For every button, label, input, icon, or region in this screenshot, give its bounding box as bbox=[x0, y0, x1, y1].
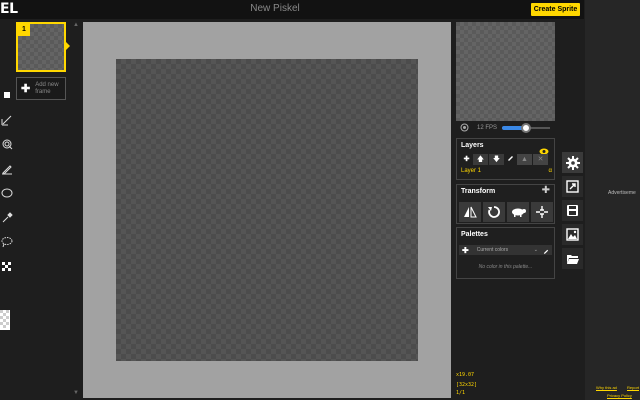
rotate-icon[interactable] bbox=[483, 202, 505, 222]
center-icon[interactable] bbox=[531, 202, 553, 222]
add-frame-button[interactable]: ✚ Add new frame bbox=[16, 77, 66, 100]
palettes-panel: Palettes ✚ Current colors ⌄ No color in … bbox=[456, 227, 555, 279]
tool-palette bbox=[0, 84, 14, 280]
add-layer-icon[interactable]: ✚ bbox=[461, 154, 472, 165]
palette-empty-message: No color in this palette... bbox=[478, 264, 533, 270]
move-layer-down-icon[interactable]: 🡇 bbox=[489, 154, 504, 165]
move-layer-up-icon[interactable]: 🡅 bbox=[473, 154, 488, 165]
advertisement-panel: Advertiseme Why this ad Report Privacy P… bbox=[585, 0, 640, 400]
scroll-down-icon[interactable]: ▼ bbox=[73, 390, 79, 396]
paint-bucket-icon[interactable] bbox=[0, 133, 14, 155]
create-sprite-button[interactable]: Create Sprite bbox=[531, 3, 580, 16]
flip-icon[interactable] bbox=[459, 202, 481, 222]
canvas-area[interactable] bbox=[83, 22, 451, 398]
transform-panel: Transform ✚ bbox=[456, 184, 555, 224]
dither-icon[interactable] bbox=[0, 256, 14, 278]
edit-palette-icon[interactable] bbox=[543, 241, 549, 259]
report-ad-link[interactable]: Report bbox=[627, 385, 639, 390]
folder-open-icon[interactable] bbox=[562, 248, 583, 269]
drawing-canvas[interactable] bbox=[116, 59, 418, 361]
delete-layer-icon[interactable]: ✕ bbox=[533, 154, 548, 165]
frame-thumbnail[interactable]: 1 bbox=[16, 22, 66, 72]
top-bar: EL New Piskel Create Sprite bbox=[0, 0, 584, 19]
color-picker-icon[interactable] bbox=[0, 207, 14, 229]
palettes-title: Palettes bbox=[461, 231, 488, 238]
vertical-mirror-pen-icon[interactable] bbox=[0, 109, 14, 131]
fps-slider[interactable] bbox=[502, 123, 551, 133]
chevron-down-icon[interactable]: ⌄ bbox=[534, 247, 538, 253]
privacy-policy-link[interactable]: Privacy Policy bbox=[607, 393, 632, 398]
gear-icon[interactable] bbox=[562, 152, 583, 173]
frame-number-badge: 1 bbox=[18, 24, 30, 36]
circle-icon[interactable] bbox=[0, 182, 14, 204]
scroll-up-icon[interactable]: ▲ bbox=[73, 22, 79, 28]
resize-icon[interactable] bbox=[562, 176, 583, 197]
export-image-icon[interactable] bbox=[562, 224, 583, 245]
palette-select[interactable]: Current colors bbox=[477, 247, 534, 253]
clone-icon[interactable] bbox=[507, 202, 529, 222]
layer-item[interactable]: Layer 1 α bbox=[461, 168, 552, 174]
sprite-title[interactable]: New Piskel bbox=[200, 3, 350, 14]
lasso-select-icon[interactable] bbox=[0, 231, 14, 253]
add-frame-label: Add new frame bbox=[35, 81, 59, 95]
pen-icon[interactable] bbox=[0, 84, 14, 106]
transform-buttons bbox=[459, 202, 553, 222]
layer-toolbar: ✚ 🡅 🡇 ▲ ✕ bbox=[461, 154, 548, 165]
selected-frame-arrow bbox=[66, 42, 70, 50]
layer-name: Layer 1 bbox=[461, 168, 482, 174]
cursor-coordinates: x19.07 bbox=[456, 372, 475, 378]
layers-panel: Layers ✚ 🡅 🡇 ▲ ✕ Layer 1 α bbox=[456, 138, 555, 180]
plus-icon: ✚ bbox=[21, 83, 31, 95]
onion-skin-icon[interactable] bbox=[460, 119, 469, 137]
merge-layer-icon[interactable]: ▲ bbox=[517, 154, 532, 165]
save-icon[interactable] bbox=[562, 200, 583, 221]
ad-label: Advertiseme bbox=[608, 190, 636, 196]
fps-label: 12 FPS bbox=[477, 125, 498, 131]
transform-title: Transform bbox=[461, 188, 496, 195]
app-logo[interactable]: EL bbox=[0, 1, 18, 17]
piskel-app: EL New Piskel Create Sprite 1 ✚ Add new … bbox=[0, 0, 640, 400]
edit-layer-icon[interactable] bbox=[505, 154, 516, 165]
transparent-color-swatch[interactable] bbox=[0, 310, 10, 330]
why-this-ad-link[interactable]: Why this ad bbox=[596, 385, 617, 390]
animation-preview[interactable] bbox=[456, 22, 555, 121]
sprite-size: [32x32] bbox=[456, 382, 478, 388]
fps-slider-handle[interactable] bbox=[521, 123, 532, 133]
fps-control: 12 FPS bbox=[456, 121, 555, 135]
stroke-icon[interactable] bbox=[0, 158, 14, 180]
layer-opacity[interactable]: α bbox=[549, 168, 552, 174]
add-palette-icon[interactable]: ✚ bbox=[462, 246, 469, 255]
frame-counter: 1/1 bbox=[456, 390, 466, 396]
palette-selector[interactable]: ✚ Current colors ⌄ bbox=[459, 245, 552, 255]
expand-transform-icon[interactable]: ✚ bbox=[542, 185, 550, 196]
